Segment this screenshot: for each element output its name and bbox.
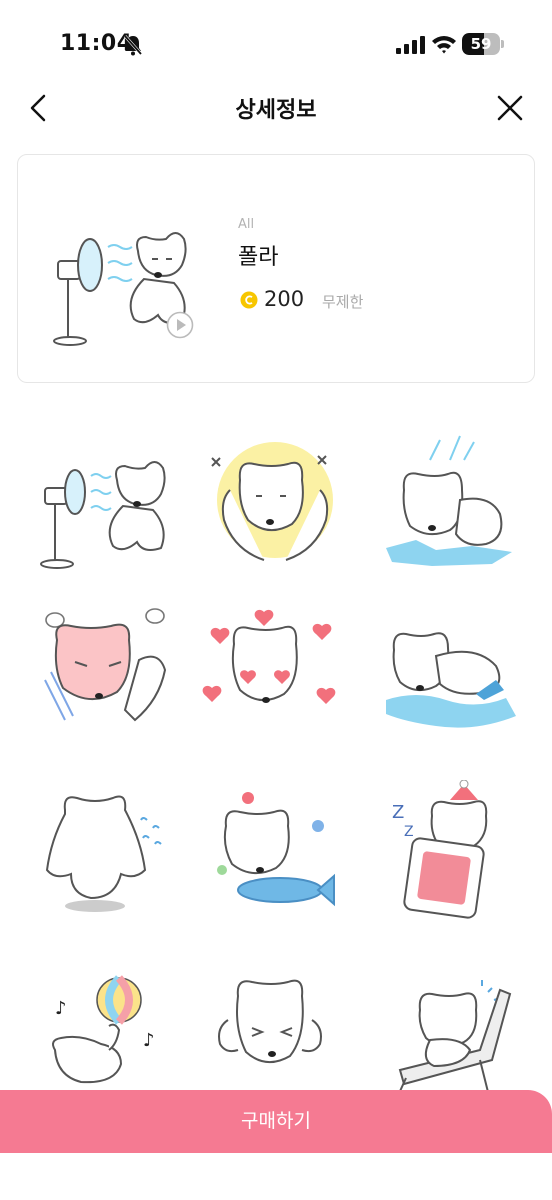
status-bar: 11:04 59 [0,0,552,88]
item-name: 폴라 [238,245,279,270]
sticker-info-card: All 폴라 200 무제한 [17,154,535,383]
svg-text:♪: ♪ [55,998,67,1019]
wifi-icon [432,36,456,54]
play-icon[interactable] [166,311,194,339]
sticker-item[interactable]: ♪ ♪ [35,970,185,1110]
sticker-item[interactable]: Z Z [380,780,530,930]
svg-text:♪: ♪ [143,1030,155,1051]
sticker-item[interactable] [200,780,350,930]
svg-text:Z: Z [404,824,414,840]
item-duration: 무제한 [322,293,364,311]
coin-icon [240,291,258,309]
battery-level: 59 [470,35,492,53]
page-title: 상세정보 [235,98,317,123]
status-time: 11:04 [60,31,133,56]
bell-slash-icon [123,35,143,56]
sticker-item[interactable] [35,780,185,930]
purchase-button[interactable]: 구매하기 [0,1090,552,1153]
item-category: All [238,217,255,232]
sticker-item[interactable] [380,600,530,750]
svg-text:Z: Z [392,802,404,823]
sticker-item[interactable] [200,430,350,580]
close-icon[interactable] [490,88,530,128]
sticker-item[interactable] [380,970,530,1110]
sticker-item[interactable] [200,970,350,1110]
sticker-item[interactable] [380,430,530,580]
signal-icon [396,36,425,54]
battery-icon: 59 [462,33,504,55]
sticker-item[interactable] [200,600,350,750]
sticker-item[interactable] [35,600,185,750]
sticker-item[interactable] [35,440,185,590]
item-price: 200 [264,287,305,311]
sticker-grid: Z Z ♪ ♪ [0,410,552,1110]
nav-header: 상세정보 [0,80,552,136]
